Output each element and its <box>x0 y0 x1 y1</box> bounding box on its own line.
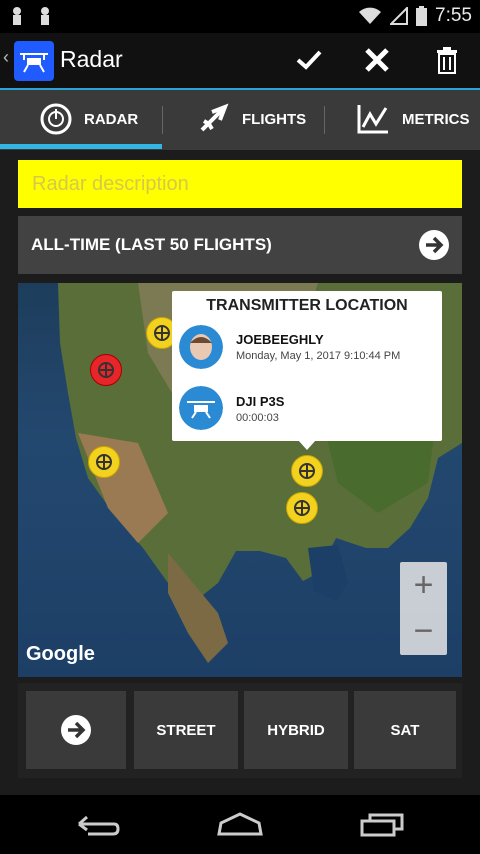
google-attribution: Google <box>26 643 95 665</box>
back-chevron-icon[interactable]: ‹ <box>3 47 9 68</box>
hybrid-button[interactable]: HYBRID <box>244 691 348 769</box>
aircraft-avatar <box>179 386 223 430</box>
period-selector[interactable]: ALL-TIME (LAST 50 FLIGHTS) <box>18 216 462 274</box>
popup-pointer <box>298 440 316 450</box>
arrow-right-circle-icon[interactable] <box>418 229 450 261</box>
map-type-buttons: STREET HYBRID SAT <box>18 683 462 778</box>
recent-apps-icon[interactable] <box>360 813 404 837</box>
app-logo-icon[interactable] <box>14 41 54 81</box>
drone-marker-icon <box>98 362 114 378</box>
tab-flights-label: FLIGHTS <box>242 110 307 128</box>
tab-selected-indicator <box>0 144 162 149</box>
flight-marker[interactable] <box>286 492 318 524</box>
next-button[interactable] <box>26 691 126 769</box>
drone-marker-icon <box>299 463 315 479</box>
notification-icon <box>13 7 21 25</box>
zoom-out-button[interactable]: − <box>400 608 447 654</box>
trash-icon[interactable] <box>433 46 461 74</box>
drone-marker-icon <box>294 500 310 516</box>
flight-marker[interactable] <box>291 455 323 487</box>
transmitter-location-popup[interactable]: TRANSMITTER LOCATION JOEBEEGHLY Monday, … <box>172 291 442 441</box>
close-icon[interactable] <box>363 46 391 74</box>
action-bar: ‹ Radar <box>0 33 480 88</box>
pilot-date: Monday, May 1, 2017 9:10:44 PM <box>236 350 401 362</box>
street-button[interactable]: STREET <box>134 691 238 769</box>
pilot-avatar <box>179 325 223 369</box>
tab-metrics[interactable]: METRICS <box>356 90 470 148</box>
page-title: Radar <box>60 46 123 72</box>
status-bar: 7:55 <box>0 0 480 33</box>
period-label: ALL-TIME (LAST 50 FLIGHTS) <box>31 235 272 254</box>
aircraft-time: 00:00:03 <box>236 412 279 424</box>
radar-description-input[interactable] <box>18 160 462 208</box>
status-time: 7:55 <box>435 5 472 26</box>
wifi-icon <box>359 7 382 24</box>
battery-icon <box>416 6 428 26</box>
flight-marker[interactable] <box>88 446 120 478</box>
popup-title: TRANSMITTER LOCATION <box>206 297 408 314</box>
tab-flights[interactable]: FLIGHTS <box>198 90 306 148</box>
tab-divider <box>324 106 325 134</box>
tab-divider <box>162 106 163 134</box>
home-icon[interactable] <box>216 811 264 837</box>
flight-marker-selected[interactable] <box>90 354 122 386</box>
tab-radar[interactable]: RADAR <box>40 90 138 148</box>
tab-radar-label: RADAR <box>84 110 139 128</box>
radar-icon <box>40 103 72 135</box>
arrow-right-circle-icon <box>61 715 91 745</box>
zoom-controls: + − <box>400 562 447 655</box>
cell-signal-icon <box>390 7 409 25</box>
sat-button[interactable]: SAT <box>354 691 456 769</box>
pilot-name: JOEBEEGHLY <box>236 332 324 347</box>
aircraft-name: DJI P3S <box>236 394 285 409</box>
tab-metrics-label: METRICS <box>402 110 470 128</box>
system-nav-bar <box>0 795 480 854</box>
drone-marker-icon <box>96 454 112 470</box>
notification-icon <box>41 7 49 25</box>
tab-bar: RADAR FLIGHTS METRICS <box>0 88 480 150</box>
airplane-icon <box>200 103 229 132</box>
back-icon[interactable] <box>76 812 120 838</box>
zoom-in-button[interactable]: + <box>400 562 447 608</box>
chart-icon <box>357 105 388 134</box>
checkmark-icon[interactable] <box>295 46 323 74</box>
